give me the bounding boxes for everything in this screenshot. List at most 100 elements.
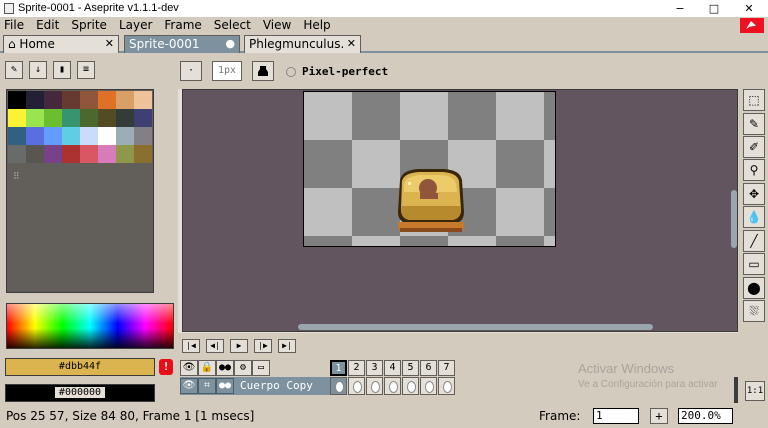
layer-row[interactable]: 👁 ⌗ ●● Cuerpo Copy [180, 377, 330, 395]
first-frame-button[interactable]: |◀ [182, 339, 200, 353]
frame-header[interactable]: 3 [366, 360, 383, 376]
palette-swatch[interactable] [26, 127, 44, 145]
palette-swatch[interactable] [116, 109, 134, 127]
zoom-icon[interactable]: ⚲ [743, 159, 765, 181]
palette-swatch[interactable] [134, 145, 152, 163]
palette-swatch[interactable] [80, 91, 98, 109]
frame-header[interactable]: 2 [348, 360, 365, 376]
sprite-editor[interactable] [182, 89, 738, 332]
edit-palette-button[interactable]: ✎ [5, 61, 23, 79]
layer-eye-icon[interactable]: 👁 [180, 378, 198, 394]
menu-frame[interactable]: Frame [164, 17, 201, 33]
palette-options-button[interactable]: ≡ [77, 61, 95, 79]
ink-icon[interactable] [252, 61, 274, 81]
palette-swatch[interactable] [62, 109, 80, 127]
tab-sprite-modified-icon[interactable]: ● [225, 36, 235, 52]
palette-swatch[interactable] [44, 109, 62, 127]
cel[interactable] [384, 377, 401, 395]
palette-swatch[interactable] [80, 145, 98, 163]
palette-swatch[interactable] [26, 145, 44, 163]
layer-link-icon[interactable]: ●● [216, 378, 234, 394]
palette-swatch[interactable] [98, 127, 116, 145]
frame-header[interactable]: 6 [420, 360, 437, 376]
palette-swatch[interactable] [134, 91, 152, 109]
palette-swatch[interactable] [44, 91, 62, 109]
marquee-icon[interactable]: ⬚ [743, 89, 765, 111]
brush-size-field[interactable]: 1px [212, 61, 242, 81]
palette-swatch[interactable] [98, 109, 116, 127]
color-warning-icon[interactable]: ! [159, 359, 173, 375]
brush-type-button[interactable]: · [180, 61, 202, 81]
zoom-reset-button[interactable]: 1:1 [745, 381, 765, 401]
tab-home[interactable]: ⌂ Home ✕ [3, 35, 119, 53]
foreground-color-button[interactable]: #dbb44f [5, 358, 155, 376]
frame-input[interactable]: 1 [593, 408, 639, 424]
palette-swatch[interactable] [8, 91, 26, 109]
blur-icon[interactable]: ⛆ [743, 300, 765, 322]
color-spectrum[interactable] [6, 303, 174, 349]
previous-frame-button[interactable]: ◀| [206, 339, 224, 353]
onion-skin-icon[interactable]: ▭ [252, 360, 270, 376]
cel[interactable] [348, 377, 365, 395]
ellipse-icon[interactable]: ⬤ [743, 277, 765, 299]
palette-swatch[interactable] [116, 91, 134, 109]
last-frame-button[interactable]: ▶| [278, 339, 296, 353]
menu-layer[interactable]: Layer [119, 17, 152, 33]
palette-swatch[interactable] [80, 127, 98, 145]
maximize-button[interactable]: □ [698, 0, 730, 17]
palette-sort-button[interactable]: ↓ [29, 61, 47, 79]
tab-sprite-0001[interactable]: Sprite-0001 ● [124, 35, 240, 53]
move-icon[interactable]: ✥ [743, 183, 765, 205]
palette-swatch[interactable] [44, 145, 62, 163]
timeline-vertical-scrollbar[interactable] [734, 377, 738, 403]
palette-swatch[interactable] [8, 109, 26, 127]
aseprite-logo-icon[interactable] [740, 18, 764, 33]
menu-sprite[interactable]: Sprite [71, 17, 107, 33]
palette-swatch[interactable] [98, 145, 116, 163]
paint-bucket-icon[interactable]: 💧 [743, 206, 765, 228]
presets-button[interactable]: ▮ [53, 61, 71, 79]
play-button[interactable]: ▶ [230, 339, 248, 353]
lock-header-icon[interactable]: 🔒 [198, 360, 216, 376]
sprite-canvas[interactable] [303, 91, 556, 247]
cel[interactable] [420, 377, 437, 395]
next-frame-button[interactable]: |▶ [254, 339, 272, 353]
frame-header[interactable]: 5 [402, 360, 419, 376]
editor-horizontal-scrollbar[interactable] [298, 324, 653, 330]
palette-swatch[interactable] [62, 127, 80, 145]
palette-swatch[interactable] [134, 127, 152, 145]
layer-name[interactable]: Cuerpo Copy [238, 378, 330, 394]
palette-swatch[interactable] [62, 91, 80, 109]
minimize-button[interactable]: − [664, 0, 696, 17]
palette-swatch[interactable] [26, 109, 44, 127]
frame-header[interactable]: 1 [330, 360, 347, 376]
menu-edit[interactable]: Edit [36, 17, 59, 33]
tab-home-close-icon[interactable]: ✕ [105, 36, 114, 52]
gear-icon[interactable]: ⚙ [234, 360, 252, 376]
rectangle-icon[interactable]: ▭ [743, 253, 765, 275]
palette-swatch[interactable] [26, 91, 44, 109]
palette-swatch[interactable] [8, 145, 26, 163]
close-button[interactable]: ✕ [733, 0, 765, 17]
palette-swatch[interactable] [44, 127, 62, 145]
visibility-header-icon[interactable]: 👁 [180, 360, 198, 376]
palette-swatch[interactable] [80, 109, 98, 127]
palette-swatch[interactable] [8, 127, 26, 145]
cel[interactable] [366, 377, 383, 395]
menu-view[interactable]: View [263, 17, 291, 33]
palette-swatch[interactable] [98, 91, 116, 109]
eyedropper-icon[interactable]: ✐ [743, 136, 765, 158]
frame-header[interactable]: 7 [438, 360, 455, 376]
menu-help[interactable]: Help [303, 17, 330, 33]
background-color-button[interactable]: #000000 [5, 384, 155, 402]
new-frame-button[interactable]: + [650, 408, 668, 424]
cel[interactable] [330, 377, 347, 395]
palette-swatch[interactable] [116, 127, 134, 145]
pixel-perfect-checkbox[interactable] [286, 67, 296, 77]
cel[interactable] [438, 377, 455, 395]
frame-header[interactable]: 4 [384, 360, 401, 376]
editor-vertical-scrollbar[interactable] [731, 190, 737, 248]
pencil-icon[interactable]: ✎ [743, 113, 765, 135]
link-header-icon[interactable]: ●● [216, 360, 234, 376]
zoom-field[interactable]: 200.0% [678, 408, 733, 424]
